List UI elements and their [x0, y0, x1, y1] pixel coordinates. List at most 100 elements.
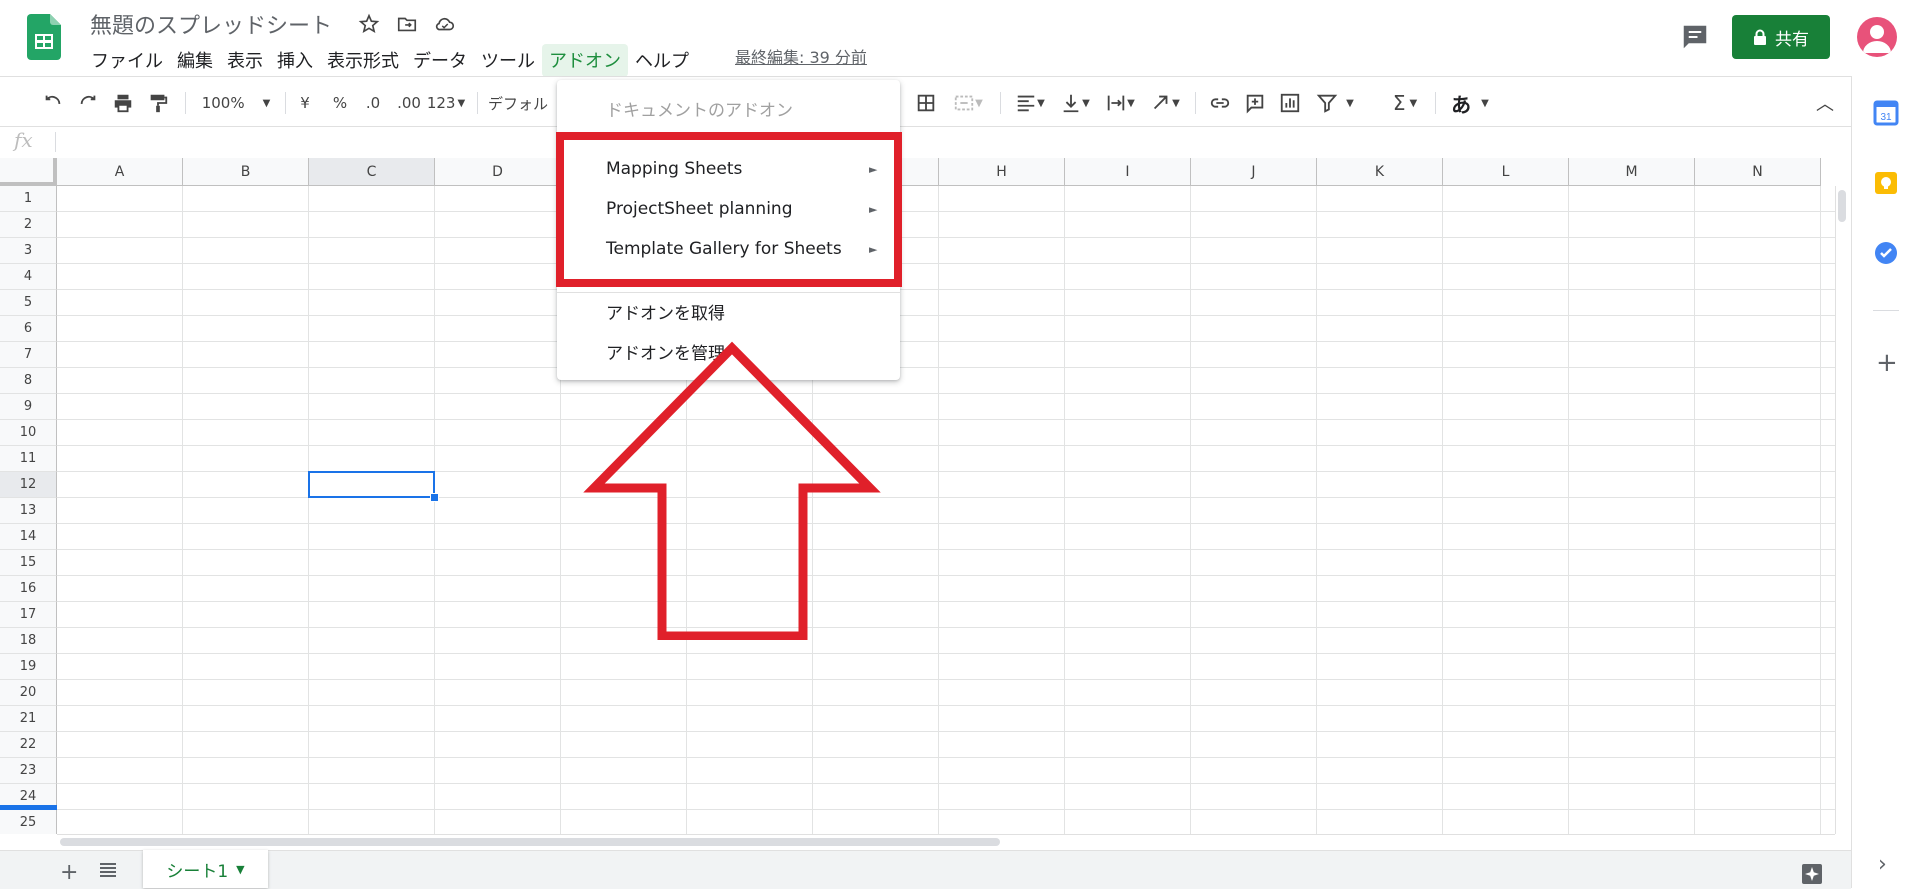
horizontal-align-button[interactable]: ▼	[1010, 88, 1050, 118]
decrease-decimal-button[interactable]: .0	[358, 88, 388, 118]
row-header[interactable]: 4	[0, 264, 57, 290]
svg-text:31: 31	[1880, 112, 1892, 123]
zoom-select[interactable]: 100% ▼	[200, 88, 272, 118]
move-to-folder-icon[interactable]	[396, 13, 418, 35]
comment-history-icon[interactable]	[1680, 22, 1710, 52]
menu-addons[interactable]: アドオン	[542, 44, 628, 77]
avatar[interactable]	[1857, 17, 1897, 57]
row-header[interactable]: 16	[0, 576, 57, 602]
explore-icon[interactable]	[1800, 862, 1824, 886]
all-sheets-menu-icon[interactable]	[98, 860, 118, 880]
input-tools-button[interactable]: あ ▼	[1445, 88, 1495, 118]
menu-tools[interactable]: ツール	[474, 44, 542, 77]
row-header[interactable]: 19	[0, 654, 57, 680]
column-header[interactable]: J	[1191, 158, 1317, 186]
row-header[interactable]: 15	[0, 550, 57, 576]
row-header[interactable]: 17	[0, 602, 57, 628]
document-title[interactable]: 無題のスプレッドシート	[90, 8, 332, 40]
functions-button[interactable]: Σ ▼	[1385, 88, 1425, 118]
keep-icon[interactable]	[1873, 170, 1899, 196]
menu-help[interactable]: ヘルプ	[628, 44, 696, 77]
tasks-icon[interactable]	[1873, 240, 1899, 266]
text-rotation-icon	[1154, 95, 1168, 110]
horizontal-scroll-thumb[interactable]	[60, 838, 1000, 846]
row-header[interactable]: 2	[0, 212, 57, 238]
row-header[interactable]: 21	[0, 706, 57, 732]
insert-link-button[interactable]	[1205, 88, 1235, 118]
redo-button[interactable]	[75, 88, 101, 118]
sheet-tab[interactable]: シート1 ▼	[143, 850, 268, 888]
frozen-row-handle[interactable]	[0, 805, 57, 810]
row-header[interactable]: 3	[0, 238, 57, 264]
row-header[interactable]: 1	[0, 186, 57, 212]
row-header[interactable]: 23	[0, 758, 57, 784]
percent-format-button[interactable]: %	[325, 88, 355, 118]
row-header[interactable]: 9	[0, 394, 57, 420]
get-addons-plus-icon[interactable]: +	[1876, 348, 1898, 378]
cloud-status-icon[interactable]	[434, 13, 456, 35]
row-header[interactable]: 14	[0, 524, 57, 550]
last-edit-link[interactable]: 最終編集: 39 分前	[735, 44, 867, 68]
column-header[interactable]: K	[1317, 158, 1443, 186]
column-header[interactable]: C	[309, 158, 435, 186]
row-header[interactable]: 20	[0, 680, 57, 706]
row-header[interactable]: 25	[0, 810, 57, 834]
selected-cell[interactable]	[308, 471, 435, 498]
row-header[interactable]: 11	[0, 446, 57, 472]
merge-cells-button[interactable]: ▼	[946, 88, 990, 118]
sheet-tab-label: シート1	[166, 861, 229, 882]
column-header[interactable]: B	[183, 158, 309, 186]
star-icon[interactable]	[358, 13, 380, 35]
row-header[interactable]: 10	[0, 420, 57, 446]
column-header[interactable]: A	[57, 158, 183, 186]
row-header[interactable]: 5	[0, 290, 57, 316]
undo-button[interactable]	[40, 88, 66, 118]
insert-comment-button[interactable]	[1240, 88, 1270, 118]
menu-format[interactable]: 表示形式	[320, 44, 406, 77]
sheets-logo-icon[interactable]	[27, 14, 61, 60]
calendar-icon[interactable]: 31	[1873, 100, 1899, 126]
row-header[interactable]: 18	[0, 628, 57, 654]
menu-view[interactable]: 表示	[220, 44, 270, 77]
hide-menus-button[interactable]: ︿	[1810, 88, 1840, 118]
row-header[interactable]: 22	[0, 732, 57, 758]
column-header[interactable]: N	[1695, 158, 1821, 186]
menu-item-get-addons[interactable]: アドオンを取得	[606, 299, 725, 324]
fill-handle[interactable]	[430, 493, 439, 502]
spreadsheet-grid[interactable]: ABCDEFGHIJKLMN12345678910111213141516171…	[0, 158, 1835, 834]
paint-format-button[interactable]	[145, 88, 171, 118]
insert-chart-button[interactable]	[1275, 88, 1305, 118]
row-header[interactable]: 7	[0, 342, 57, 368]
vertical-align-button[interactable]: ▼	[1055, 88, 1095, 118]
vertical-scroll-thumb[interactable]	[1838, 190, 1846, 222]
chevron-down-icon: ▼	[1127, 97, 1135, 109]
chevron-right-icon[interactable]: ›	[1878, 852, 1887, 877]
filter-button[interactable]: ▼	[1310, 88, 1360, 118]
more-formats-select[interactable]: 123 ▼	[423, 88, 469, 118]
row-header[interactable]: 8	[0, 368, 57, 394]
text-wrap-button[interactable]: ▼	[1100, 88, 1140, 118]
share-button[interactable]: 共有	[1732, 15, 1830, 59]
row-header[interactable]: 6	[0, 316, 57, 342]
menu-file[interactable]: ファイル	[84, 44, 170, 77]
select-all-corner[interactable]	[0, 158, 57, 186]
borders-button[interactable]	[911, 88, 941, 118]
column-header[interactable]: I	[1065, 158, 1191, 186]
column-header[interactable]: M	[1569, 158, 1695, 186]
currency-format-button[interactable]: ¥	[290, 88, 320, 118]
add-sheet-button[interactable]: +	[60, 860, 78, 885]
column-header[interactable]: H	[939, 158, 1065, 186]
row-header[interactable]: 12	[0, 472, 57, 498]
text-rotation-button[interactable]: ▼	[1145, 88, 1185, 118]
column-header[interactable]: L	[1443, 158, 1569, 186]
menu-edit[interactable]: 編集	[170, 44, 220, 77]
menu-data[interactable]: データ	[406, 44, 474, 77]
formula-input[interactable]	[62, 130, 1842, 154]
chevron-down-icon: ▼	[1409, 97, 1418, 109]
vertical-scrollbar[interactable]	[1835, 186, 1852, 834]
font-select[interactable]: デフォル	[488, 88, 558, 118]
print-button[interactable]	[110, 88, 136, 118]
menu-insert[interactable]: 挿入	[270, 44, 320, 77]
row-header[interactable]: 13	[0, 498, 57, 524]
column-header[interactable]: D	[435, 158, 561, 186]
